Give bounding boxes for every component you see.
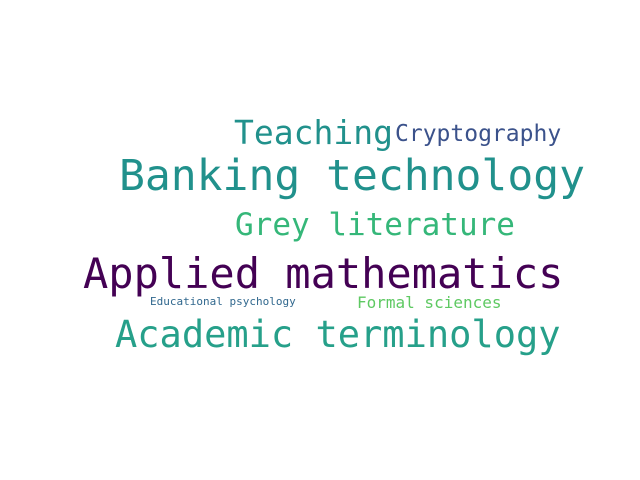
word-educational-psychology: Educational psychology — [150, 295, 296, 308]
word-banking-technology: Banking technology — [119, 151, 585, 201]
word-teaching: Teaching — [234, 113, 393, 152]
word-formal-sciences: Formal sciences — [357, 293, 502, 312]
word-cryptography: Cryptography — [395, 121, 562, 147]
word-applied-mathematics: Applied mathematics — [83, 249, 564, 298]
word-cloud: Teaching Cryptography Banking technology… — [0, 0, 640, 480]
word-academic-terminology: Academic terminology — [115, 313, 561, 356]
word-grey-literature: Grey literature — [235, 207, 515, 243]
